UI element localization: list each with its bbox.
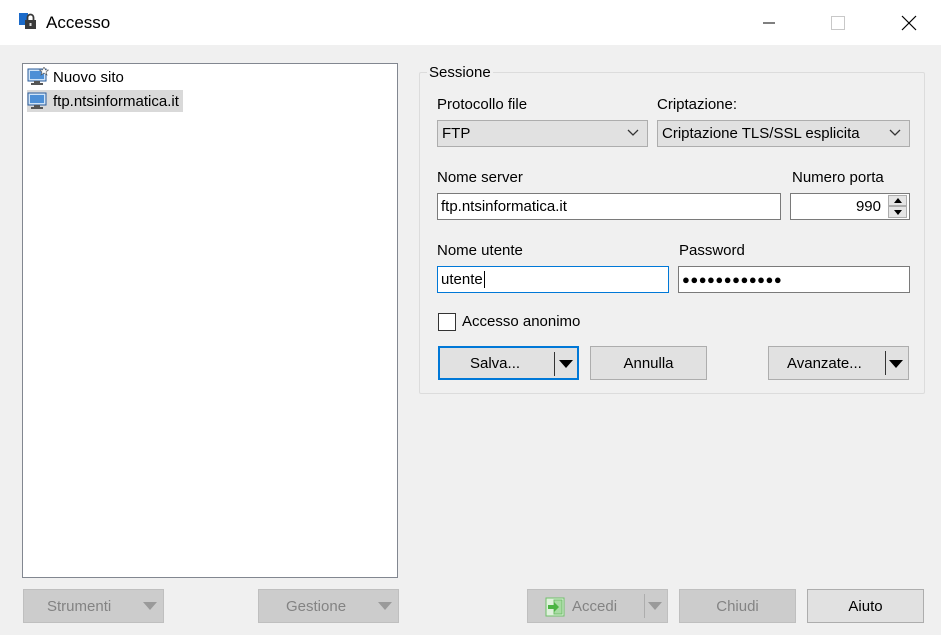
password-value: ●●●●●●●●●●●● [682,272,783,287]
dropdown-arrow-icon [143,602,157,610]
login-button-label: Accedi [572,598,618,615]
advanced-button[interactable]: Avanzate... [768,346,909,380]
minimize-icon [763,22,775,23]
cancel-button-label: Annulla [623,354,674,372]
user-input[interactable]: utente [437,266,669,293]
chevron-down-icon [627,129,639,136]
site-tree[interactable]: Nuovo sito ftp.ntsinformatica.it [22,63,398,578]
tools-dropdown-arrow[interactable] [143,602,157,610]
close-button[interactable]: Chiudi [679,589,796,623]
tree-item-label: Nuovo sito [53,68,124,86]
app-icon [19,13,36,29]
encryption-label: Criptazione: [657,96,738,113]
server-value: ftp.ntsinformatica.it [441,198,567,215]
manage-button-label: Gestione [286,598,347,615]
chevron-down-icon [889,129,901,136]
maximize-icon [831,15,845,30]
cancel-button[interactable]: Annulla [590,346,707,380]
tools-button[interactable]: Strumenti [23,589,164,623]
arrow-down-icon [893,209,902,215]
server-label: Nome server [437,169,523,186]
dropdown-arrow-icon [559,360,573,368]
text-cursor [483,271,485,288]
title-bar [0,0,941,45]
login-icon [545,597,565,617]
encryption-select[interactable]: Criptazione TLS/SSL esplicita [657,120,910,147]
arrow-up-icon [893,198,902,203]
advanced-dropdown-arrow[interactable] [889,360,903,368]
split-separator [554,352,555,376]
split-separator [885,351,886,375]
login-dropdown-arrow[interactable] [648,602,662,610]
port-spinner[interactable] [888,195,907,218]
manage-dropdown-arrow[interactable] [378,602,392,610]
login-button[interactable]: Accedi [527,589,668,623]
port-down-button[interactable] [888,206,907,218]
user-value: utente [441,271,483,288]
close-icon [901,15,917,30]
dropdown-arrow-icon [378,602,392,610]
password-input[interactable]: ●●●●●●●●●●●● [678,266,910,293]
manage-button[interactable]: Gestione [258,589,399,623]
advanced-button-label: Avanzate... [787,355,862,372]
port-up-button[interactable] [888,195,907,206]
save-button[interactable]: Salva... [438,346,579,380]
new-site-icon [27,67,49,85]
close-button-label: Chiudi [716,597,759,615]
save-button-label: Salva... [470,355,521,372]
help-button[interactable]: Aiuto [807,589,924,623]
close-window-button[interactable] [886,0,932,45]
tree-item-label: ftp.ntsinformatica.it [53,92,179,110]
port-label: Numero porta [792,169,884,186]
session-group-label: Sessione [427,64,493,81]
port-value: 990 [855,198,881,215]
tree-item-site[interactable]: ftp.ntsinformatica.it [27,90,183,112]
protocol-select[interactable]: FTP [437,120,648,147]
dropdown-arrow-icon [648,602,662,610]
anonymous-label[interactable]: Accesso anonimo [462,313,580,330]
protocol-value: FTP [442,125,471,142]
server-input[interactable]: ftp.ntsinformatica.it [437,193,781,220]
protocol-label: Protocollo file [437,96,528,113]
password-label: Password [679,242,745,259]
save-dropdown-arrow[interactable] [559,360,573,368]
tree-item-new-site[interactable]: Nuovo sito [27,66,128,88]
help-button-label: Aiuto [848,597,883,615]
tools-button-label: Strumenti [47,598,112,615]
minimize-button[interactable] [746,0,792,45]
anonymous-checkbox[interactable] [438,313,456,331]
maximize-button [815,0,861,45]
user-label: Nome utente [437,242,523,259]
split-separator [644,594,645,618]
window-title: Accesso [46,13,111,32]
encryption-value: Criptazione TLS/SSL esplicita [662,125,860,142]
dropdown-arrow-icon [889,360,903,368]
computer-icon [27,92,47,109]
